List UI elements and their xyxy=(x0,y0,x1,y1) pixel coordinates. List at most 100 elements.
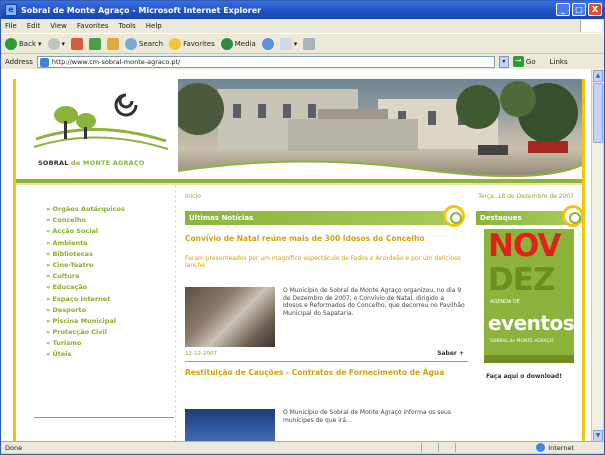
status-cells xyxy=(421,443,471,452)
page-icon xyxy=(39,57,49,67)
nav-item-educacao[interactable]: Educação xyxy=(46,283,125,294)
news-section-header: Últimas Notícias xyxy=(185,211,447,225)
address-dropdown[interactable]: ▾ xyxy=(498,55,509,68)
stop-button[interactable] xyxy=(71,37,84,50)
menu-bar: File Edit View Favorites Tools Help xyxy=(1,19,604,33)
scroll-thumb[interactable] xyxy=(593,83,603,143)
media-button[interactable]: Media xyxy=(220,37,256,50)
download-link[interactable]: Faça aqui o download! xyxy=(486,373,562,380)
stop-icon xyxy=(71,37,84,50)
news-body-2: O Município de Sobral de Monte Agraço in… xyxy=(283,409,451,424)
title-bar: e Sobral de Monte Agraço - Microsoft Int… xyxy=(1,1,604,19)
promo-footer-bar xyxy=(484,355,574,363)
print-icon xyxy=(303,37,316,50)
refresh-icon xyxy=(89,37,102,50)
ie-window: e Sobral de Monte Agraço - Microsoft Int… xyxy=(0,0,605,455)
security-zone: Internet xyxy=(536,443,574,452)
search-button[interactable]: Search xyxy=(125,37,163,50)
mail-icon xyxy=(279,37,292,50)
nav-item-ambiente[interactable]: Ambiente xyxy=(46,239,125,250)
refresh-button[interactable] xyxy=(89,37,102,50)
website: SOBRAL de MONTE AGRAÇO » Orgãos Autárqui… xyxy=(13,69,585,443)
globe-icon xyxy=(536,443,546,452)
star-icon xyxy=(169,37,182,50)
go-button[interactable]: → Go xyxy=(512,56,536,67)
window-controls: _ □ X xyxy=(556,3,602,16)
mail-button[interactable]: ▾ xyxy=(279,37,297,50)
ie-icon: e xyxy=(5,4,17,16)
breadcrumb[interactable]: Início xyxy=(185,193,201,200)
nav-item-cultura[interactable]: Cultura xyxy=(46,272,125,283)
nav-footer-line xyxy=(34,417,174,418)
address-input[interactable]: http://www.cm-sobral-monte-agraco.pt/ xyxy=(36,55,495,68)
menu-help[interactable]: Help xyxy=(146,22,162,30)
menu-edit[interactable]: Edit xyxy=(27,22,41,30)
back-button[interactable]: Back ▾ xyxy=(5,37,42,50)
window-title: Sobral de Monte Agraço - Microsoft Inter… xyxy=(21,5,262,15)
nav-item-concelho[interactable]: Concelho xyxy=(46,216,125,227)
main-content: Início Últimas Notícias Convívio de Nata… xyxy=(185,185,468,443)
nav-item-desporto[interactable]: Desporto xyxy=(46,306,125,317)
nav-item-accao-social[interactable]: Acção Social xyxy=(46,227,125,238)
menu-file[interactable]: File xyxy=(5,22,17,30)
swirl-icon xyxy=(443,205,465,227)
nav-item-orgaos[interactable]: Orgãos Autárquicos xyxy=(46,205,124,216)
favorites-button[interactable]: Favorites xyxy=(169,37,215,50)
nav-list: Orgãos Autárquicos Concelho Acção Social… xyxy=(46,205,125,362)
nav-item-bibliotecas[interactable]: Bibliotecas xyxy=(46,250,125,261)
site-header: SOBRAL de MONTE AGRAÇO xyxy=(16,79,582,179)
forward-button[interactable]: ▾ xyxy=(47,37,65,50)
promo-agenda-label: AGENDA DE xyxy=(490,299,520,305)
address-bar: Address http://www.cm-sobral-monte-agrac… xyxy=(1,53,604,69)
news-title-1[interactable]: Convívio de Natal reúne mais de 300 idos… xyxy=(185,234,465,244)
print-button[interactable] xyxy=(303,37,316,50)
news-date-1: 12-12-2007 xyxy=(185,351,217,357)
nav-item-uteis[interactable]: Úteis xyxy=(46,350,125,361)
news-body-1: O Município de Sobral de Monte Agraço or… xyxy=(283,287,465,317)
home-icon xyxy=(107,37,120,50)
logo-wordmark: SOBRAL de MONTE AGRAÇO xyxy=(38,159,145,167)
site-logo[interactable]: SOBRAL de MONTE AGRAÇO xyxy=(16,79,178,179)
header-wave xyxy=(178,160,582,179)
left-navigation: Orgãos Autárquicos Concelho Acção Social… xyxy=(16,185,176,443)
read-more-link[interactable]: Saber + xyxy=(437,350,464,357)
forward-arrow-icon xyxy=(47,37,60,50)
highlights-section-header: Destaques xyxy=(476,211,566,225)
right-column: Terça, 18 de Dezembro de 2007 Destaques … xyxy=(476,185,584,443)
hero-photo xyxy=(178,79,582,179)
windows-logo-icon xyxy=(580,20,602,32)
nav-item-turismo[interactable]: Turismo xyxy=(46,339,125,350)
scroll-up-icon[interactable]: ▲ xyxy=(593,70,603,82)
nav-item-piscina[interactable]: Piscina Municipal xyxy=(46,317,125,328)
page-edge-right xyxy=(582,79,585,443)
page-viewport: SOBRAL de MONTE AGRAÇO » Orgãos Autárqui… xyxy=(1,69,592,443)
toolbar: Back ▾ ▾ Search Favorites Media ▾ xyxy=(1,33,604,53)
history-button[interactable] xyxy=(261,37,274,50)
menu-view[interactable]: View xyxy=(50,22,67,30)
current-date: Terça, 18 de Dezembro de 2007 xyxy=(478,193,574,200)
news-title-2[interactable]: Restituição de Cauções - Contratos de Fo… xyxy=(185,368,465,378)
vertical-scrollbar[interactable]: ▲ ▼ xyxy=(591,69,603,443)
home-button[interactable] xyxy=(107,37,120,50)
minimize-button[interactable]: _ xyxy=(556,3,570,16)
nav-item-cine-teatro[interactable]: Cine-Teatro xyxy=(46,261,125,272)
menu-tools[interactable]: Tools xyxy=(119,22,136,30)
news-photo-2[interactable] xyxy=(185,409,275,443)
nav-item-espaco-internet[interactable]: Espaço Internet xyxy=(46,295,125,306)
promo-month-2: DEZ xyxy=(488,262,555,298)
promo-footer-text: SOBRAL de MONTE AGRAÇO xyxy=(490,339,554,344)
events-agenda-banner[interactable]: NOV DEZ AGENDA DE eventos SOBRAL de MONT… xyxy=(484,229,574,363)
maximize-button[interactable]: □ xyxy=(572,3,586,16)
swirl-icon-2 xyxy=(562,205,584,227)
history-icon xyxy=(261,37,274,50)
news-photo-1[interactable] xyxy=(185,287,275,347)
address-label: Address xyxy=(5,57,33,66)
back-arrow-icon xyxy=(5,37,17,50)
close-button[interactable]: X xyxy=(588,3,602,16)
menu-favorites[interactable]: Favorites xyxy=(77,22,109,30)
promo-month-1: NOV xyxy=(488,229,561,264)
nav-item-proteccao-civil[interactable]: Protecção Civil xyxy=(46,328,125,339)
links-button[interactable]: Links xyxy=(550,58,568,66)
status-bar: Done Internet xyxy=(1,441,604,453)
address-url: http://www.cm-sobral-monte-agraco.pt/ xyxy=(51,57,181,66)
